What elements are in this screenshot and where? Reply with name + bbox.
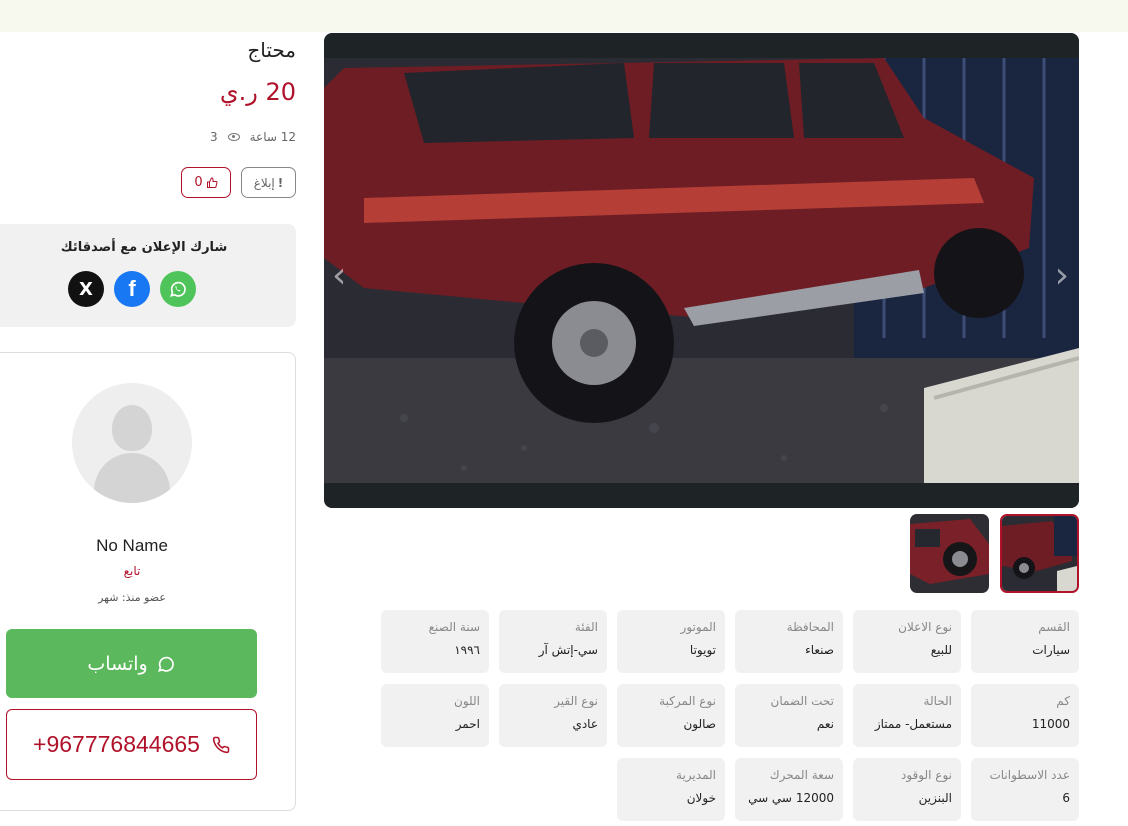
- facebook-icon: f: [128, 276, 136, 301]
- listing-meta: 12 ساعة 3: [210, 130, 296, 144]
- eye-icon: [227, 133, 240, 141]
- x-share-button[interactable]: X: [68, 271, 104, 307]
- phone-button[interactable]: +967776844665: [6, 709, 257, 780]
- exclamation-icon: !: [277, 175, 284, 190]
- whatsapp-icon: [157, 656, 174, 672]
- view-count: 3: [209, 130, 218, 144]
- spec-fuel: نوع الوقود البنزين: [853, 758, 961, 821]
- top-strip: [0, 0, 1128, 32]
- whatsapp-label: واتساب: [87, 652, 148, 675]
- report-button[interactable]: ! إبلاغ: [241, 167, 296, 198]
- spec-category: القسم سيارات: [971, 610, 1079, 673]
- action-buttons: 0 ! إبلاغ: [181, 167, 296, 198]
- spec-condition: الحالة مستعمل- ممتاز: [853, 684, 961, 747]
- spec-mileage: كم 11000: [971, 684, 1079, 747]
- seller-card: No Name تابع عضو منذ: شهر واتساب +967776…: [0, 352, 296, 811]
- car-photo: [324, 58, 1079, 483]
- avatar: [72, 383, 192, 503]
- share-title: شارك الإعلان مع أصدقائك: [60, 240, 228, 255]
- image-gallery[interactable]: ‹ ›: [324, 33, 1079, 508]
- thumbnail-1[interactable]: [1000, 514, 1079, 593]
- phone-number: +967776844665: [33, 731, 200, 757]
- spec-ad-type: نوع الاعلان للبيع: [853, 610, 961, 673]
- like-button[interactable]: 0: [181, 167, 231, 198]
- spec-district: المديرية خولان: [617, 758, 725, 821]
- whatsapp-share-button[interactable]: [160, 271, 196, 307]
- seller-name: No Name: [96, 536, 168, 555]
- whatsapp-icon: [170, 281, 186, 297]
- spec-model: الفئة سي-إتش آر: [499, 610, 607, 673]
- next-image-arrow[interactable]: ›: [1055, 258, 1069, 294]
- whatsapp-button[interactable]: واتساب: [6, 629, 257, 698]
- spec-governorate: المحافظة صنعاء: [735, 610, 843, 673]
- member-since: عضو منذ: شهر: [98, 591, 166, 604]
- follow-link[interactable]: تابع: [0, 564, 264, 578]
- spec-warranty: تحت الضمان نعم: [735, 684, 843, 747]
- listing-title: محتاج: [247, 38, 296, 62]
- spec-transmission: نوع القير عادي: [499, 684, 607, 747]
- thumbnail-strip: [910, 514, 1079, 593]
- posted-time: 12 ساعة: [249, 130, 296, 144]
- spec-body-type: نوع المركبة صالون: [617, 684, 725, 747]
- listing-price: 20 ر.ي: [219, 78, 296, 106]
- thumbs-up-icon: [206, 176, 218, 188]
- share-box: شارك الإعلان مع أصدقائك X f: [0, 224, 296, 327]
- phone-icon: [212, 736, 230, 753]
- specs-grid: القسم سيارات نوع الاعلان للبيع المحافظة صنع…: [381, 610, 1079, 821]
- spec-engine: سعة المحرك 12000 سي سي: [735, 758, 843, 821]
- spec-color: اللون احمر: [381, 684, 489, 747]
- thumbnail-2[interactable]: [910, 514, 989, 593]
- spec-year: سنة الصنع ١٩٩٦: [381, 610, 489, 673]
- spec-make: الموتور تويوتا: [617, 610, 725, 673]
- x-icon: X: [79, 278, 93, 300]
- like-count: 0: [194, 175, 203, 190]
- spec-cylinders: عدد الاسطوانات 6: [971, 758, 1079, 821]
- prev-image-arrow[interactable]: ‹: [332, 258, 346, 294]
- report-label: إبلاغ: [253, 175, 275, 190]
- facebook-share-button[interactable]: f: [114, 271, 150, 307]
